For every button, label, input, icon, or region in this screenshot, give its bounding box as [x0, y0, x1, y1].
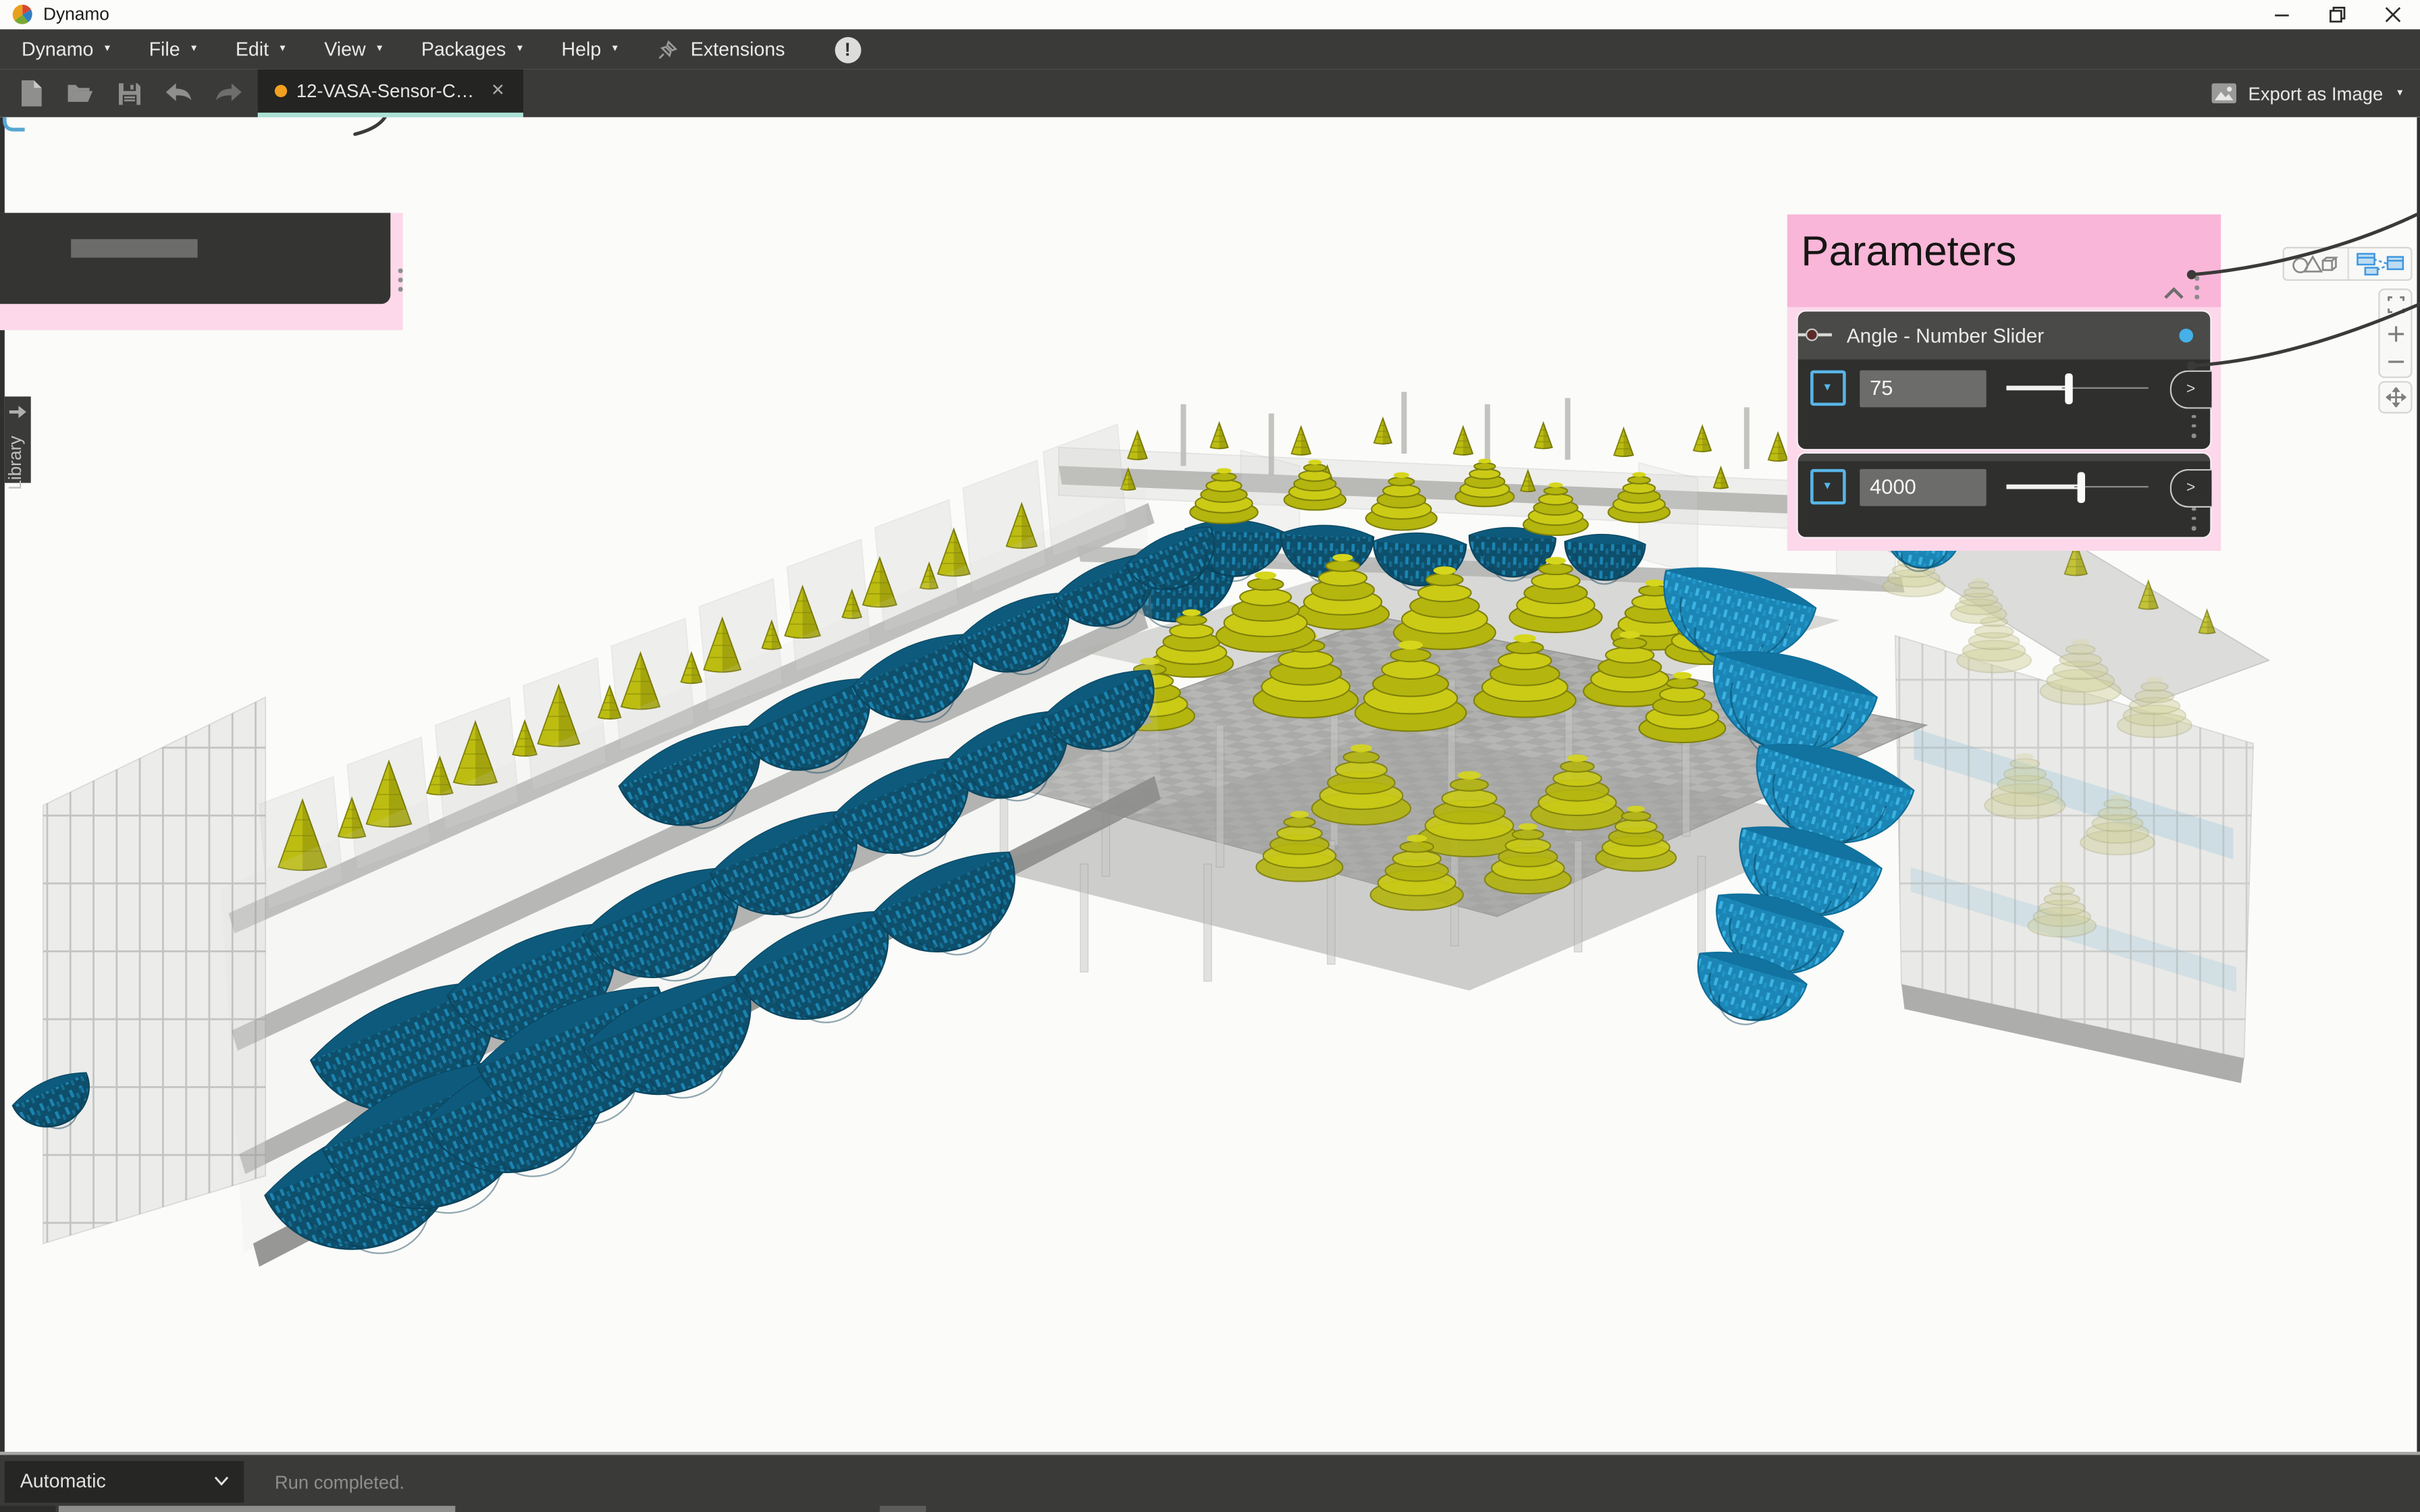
run-mode-select[interactable]: Automatic [5, 1461, 244, 1503]
scrollbar-corner [0, 1507, 55, 1512]
value-type-dropdown[interactable]: ▼ [1810, 469, 1845, 505]
chevron-down-icon: ▼ [278, 45, 288, 54]
node-header[interactable] [1797, 453, 2209, 460]
node-preview-dot[interactable] [2178, 328, 2192, 342]
node-header[interactable]: Angle - Number Slider [1797, 311, 2209, 359]
library-flyout-tab[interactable]: Library [4, 396, 30, 483]
geometry-view-icon [2292, 253, 2339, 275]
menu-packages[interactable]: Packages▼ [421, 38, 525, 60]
node-partial[interactable] [0, 213, 390, 304]
node-context-menu-icon[interactable] [398, 269, 402, 292]
node-body: ▼ 4000 > [1797, 460, 2209, 536]
slider-node-icon [1797, 327, 1831, 343]
unsaved-indicator-dot [275, 84, 287, 97]
notifications-icon[interactable]: ! [835, 36, 861, 63]
toolbar: 12-VASA-Sensor-Cov… ✕ Export as Image ▼ [0, 70, 2420, 117]
geometry-view-button[interactable] [2284, 248, 2347, 279]
node-context-menu-icon[interactable] [2191, 507, 2195, 530]
view-toggle-group [2283, 247, 2413, 281]
dynamo-logo-icon [12, 5, 32, 25]
zoom-in-button[interactable] [2380, 319, 2411, 348]
save-button[interactable] [105, 81, 154, 106]
group-title[interactable]: Parameters [1801, 228, 2016, 276]
run-status-text: Run completed. [275, 1454, 404, 1511]
menu-extensions[interactable]: Extensions [656, 38, 785, 61]
menu-edit[interactable]: Edit▼ [236, 38, 288, 60]
node-title: Angle - Number Slider [1847, 323, 2044, 346]
horizontal-scrollbar-thumb[interactable] [59, 1507, 455, 1512]
menu-file[interactable]: File▼ [149, 38, 199, 60]
chevron-down-icon: ▼ [1822, 481, 1833, 492]
menu-help[interactable]: Help▼ [562, 38, 620, 60]
library-tab-label: Library [7, 436, 26, 490]
building-end-wall [43, 697, 265, 1243]
pin-icon [656, 38, 679, 61]
node-body: ▼ 75 > [1797, 358, 2209, 445]
group-parameters[interactable]: Parameters Angle - Number Slider [1787, 215, 2221, 551]
collapse-chevron-icon[interactable] [2164, 287, 2184, 299]
tab-active-graph[interactable]: 12-VASA-Sensor-Cov… ✕ [258, 70, 523, 112]
tab-label: 12-VASA-Sensor-Cov… [296, 80, 479, 101]
slider-track[interactable] [2005, 471, 2147, 502]
output-port[interactable]: > [2169, 468, 2211, 507]
chevron-down-icon: ▼ [189, 45, 199, 54]
chevron-down-icon: ▼ [515, 45, 525, 54]
statusbar: Automatic Run completed. [0, 1454, 2420, 1511]
node-angle-number-slider[interactable]: Angle - Number Slider ▼ 75 > [1795, 309, 2211, 450]
value-type-dropdown[interactable]: ▼ [1810, 371, 1845, 406]
group-header[interactable]: Parameters [1787, 215, 2221, 307]
window-titlebar: Dynamo [0, 0, 2420, 29]
zoom-controls [2378, 288, 2412, 378]
chevron-down-icon: ▼ [375, 45, 384, 54]
chevron-down-icon: ▼ [2396, 88, 2405, 98]
export-as-image-button[interactable]: Export as Image ▼ [2211, 70, 2404, 117]
pan-button[interactable] [2378, 381, 2412, 414]
chevron-down-icon: ▼ [103, 45, 112, 54]
tab-active-underline [258, 112, 523, 117]
minimize-button[interactable] [2253, 0, 2309, 29]
graph-canvas[interactable]: Library Parameters [0, 117, 2420, 1452]
menu-view[interactable]: View▼ [324, 38, 384, 60]
graph-view-button[interactable] [2348, 248, 2411, 279]
restore-button[interactable] [2309, 0, 2364, 29]
slider-track[interactable] [2005, 373, 2147, 404]
group-partial-topleft[interactable] [0, 213, 403, 330]
chevron-down-icon [215, 1477, 229, 1486]
image-icon [2211, 83, 2236, 103]
window-title: Dynamo [43, 5, 109, 24]
chevron-down-icon: ▼ [610, 45, 620, 54]
tab-close-icon[interactable]: ✕ [491, 81, 505, 101]
pan-icon [2386, 387, 2406, 408]
open-file-button[interactable] [55, 82, 105, 105]
slider-handle[interactable] [2077, 471, 2084, 502]
fit-to-screen-button[interactable] [2380, 290, 2411, 319]
node-context-menu-icon[interactable] [2191, 414, 2195, 437]
undo-button[interactable] [155, 82, 204, 104]
node-distance-number-slider[interactable]: ▼ 4000 > [1795, 452, 2211, 538]
output-port[interactable]: > [2169, 369, 2211, 408]
menubar: Dynamo▼ File▼ Edit▼ View▼ Packages▼ Help… [0, 29, 2420, 69]
redo-button[interactable] [204, 82, 253, 104]
new-file-button[interactable] [6, 80, 55, 107]
slider-value-input[interactable]: 4000 [1859, 468, 1985, 506]
slider-value-input[interactable]: 75 [1859, 369, 1985, 406]
chevron-down-icon: ▼ [1822, 383, 1833, 394]
close-button[interactable] [2365, 0, 2420, 29]
node-input-field[interactable] [71, 239, 197, 257]
graph-view-icon [2355, 252, 2404, 277]
arrow-right-icon [9, 404, 26, 420]
zoom-out-button[interactable] [2380, 348, 2411, 377]
slider-handle[interactable] [2065, 373, 2072, 404]
right-panel-edge [2416, 117, 2420, 1452]
dynamo-app: Dynamo Dynamo▼ File▼ Edit▼ View▼ Package… [0, 0, 2420, 1512]
group-context-menu-icon[interactable] [2195, 277, 2199, 300]
menu-dynamo[interactable]: Dynamo▼ [22, 38, 112, 60]
horizontal-scrollbar-segment[interactable] [880, 1507, 926, 1512]
